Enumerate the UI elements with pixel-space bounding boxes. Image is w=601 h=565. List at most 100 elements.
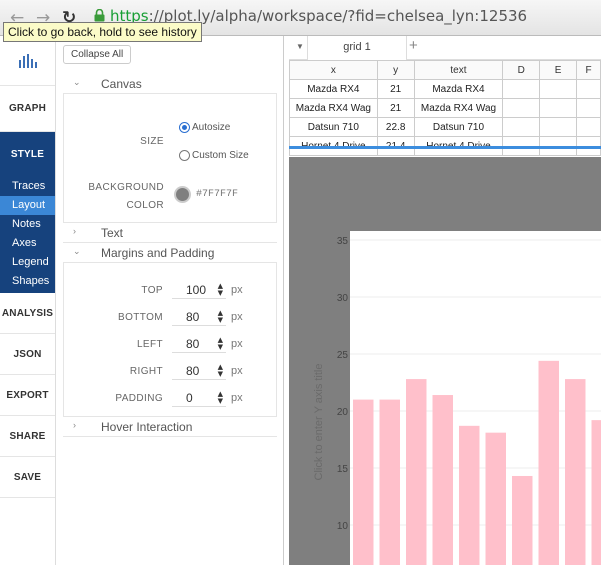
grid-cell[interactable] <box>502 79 541 99</box>
bar <box>591 420 601 565</box>
grid-cell[interactable]: 21 <box>376 98 415 118</box>
bottom-margin-input[interactable]: 80 ▲ ▼ <box>172 308 226 326</box>
bar <box>432 395 453 565</box>
grid-cell[interactable] <box>502 98 541 118</box>
grid-cell[interactable] <box>539 79 578 99</box>
nav-style[interactable]: STYLE <box>0 132 55 176</box>
bar <box>459 425 480 565</box>
right-margin-input[interactable]: 80 ▲ ▼ <box>172 362 226 380</box>
column-header[interactable]: E <box>539 60 578 80</box>
y-tick-label: 30 <box>337 293 349 304</box>
grid-cell[interactable]: Mazda RX4 Wag <box>413 98 504 118</box>
bg-color-swatch[interactable] <box>174 186 191 203</box>
section-margins-title: Margins and Padding <box>101 246 215 260</box>
grid-cell[interactable]: Mazda RX4 Wag <box>289 98 378 118</box>
grid-header-row: x y text D E F <box>289 60 601 80</box>
bar-chart[interactable]: 10 15 20 25 30 35 Click to enter Y axis title <box>289 157 601 565</box>
subnav-traces[interactable]: Traces <box>0 177 55 196</box>
y-axis-title[interactable]: Click to enter Y axis title <box>313 364 325 481</box>
stepper-icon[interactable]: ▲ ▼ <box>218 364 223 378</box>
radio-selected-icon <box>179 122 190 133</box>
nav-json[interactable]: JSON <box>0 334 55 375</box>
workspace-nav: GRAPH STYLE Traces Layout Notes Axes Leg… <box>0 36 56 565</box>
grid-cell[interactable]: Datsun 710 <box>413 117 504 137</box>
table-row: Datsun 710 22.8 Datsun 710 <box>289 117 601 137</box>
chevron-right-icon: › <box>73 226 76 236</box>
stepper-icon[interactable]: ▲ ▼ <box>218 391 223 405</box>
column-header[interactable]: y <box>376 60 415 80</box>
subnav-notes[interactable]: Notes <box>0 215 55 234</box>
bar <box>512 475 533 565</box>
back-tooltip: Click to go back, hold to see history <box>3 22 202 42</box>
section-canvas-header[interactable]: ⌄ Canvas <box>63 74 277 94</box>
y-tick-label: 35 <box>337 236 349 247</box>
subnav-legend[interactable]: Legend <box>0 253 55 272</box>
nav-analysis[interactable]: ANALYSIS <box>0 293 55 334</box>
table-row: Mazda RX4 Wag 21 Mazda RX4 Wag <box>289 98 601 118</box>
stepper-icon[interactable]: ▲ ▼ <box>218 337 223 351</box>
column-header[interactable]: x <box>289 60 378 80</box>
autosize-radio[interactable]: Autosize <box>179 122 230 133</box>
left-margin-input[interactable]: 80 ▲ ▼ <box>172 335 226 353</box>
bg-color-hex[interactable]: #7F7F7F <box>196 189 238 200</box>
custom-size-label: Custom Size <box>192 150 249 161</box>
custom-size-radio[interactable]: Custom Size <box>179 150 249 161</box>
section-canvas-title: Canvas <box>101 77 142 91</box>
right-margin-value: 80 <box>186 364 200 378</box>
y-tick-label: 10 <box>337 521 349 532</box>
plotly-logo[interactable] <box>0 36 55 86</box>
section-text-header[interactable]: › Text <box>63 223 277 243</box>
grid-cell[interactable]: Mazda RX4 <box>413 79 504 99</box>
plotly-bars-icon <box>18 53 37 68</box>
column-header[interactable]: F <box>576 60 601 80</box>
url-path: ://plot.ly/alpha/workspace/?fid=chelsea_… <box>148 7 528 25</box>
nav-export[interactable]: EXPORT <box>0 375 55 416</box>
subnav-layout[interactable]: Layout <box>0 196 55 215</box>
y-tick-label: 15 <box>337 464 349 475</box>
padding-value: 0 <box>186 391 193 405</box>
nav-share[interactable]: SHARE <box>0 416 55 457</box>
nav-graph[interactable]: GRAPH <box>0 86 55 132</box>
subnav-axes[interactable]: Axes <box>0 234 55 253</box>
top-margin-input[interactable]: 100 ▲ ▼ <box>172 281 226 299</box>
unit-label: px <box>231 392 243 404</box>
grid-cell[interactable] <box>539 98 578 118</box>
tab-grid-1[interactable]: grid 1 <box>307 36 407 60</box>
section-hover-header[interactable]: › Hover Interaction <box>63 417 277 437</box>
grid-cell[interactable]: 22.8 <box>376 117 415 137</box>
style-subnav: Traces Layout Notes Axes Legend Shapes <box>0 176 55 293</box>
bar <box>485 432 506 565</box>
color-label: COLOR <box>126 200 164 211</box>
radio-unselected-icon <box>179 150 190 161</box>
grid-resize-handle[interactable] <box>289 146 601 149</box>
grid-cell[interactable]: Datsun 710 <box>289 117 378 137</box>
nav-save[interactable]: SAVE <box>0 457 55 498</box>
data-grid: x y text D E F Mazda RX4 21 Mazda RX4 Ma… <box>289 60 601 156</box>
section-margins-body: TOP 100 ▲ ▼ px BOTTOM 80 ▲ ▼ px LEFT 80 ▲ ▼ px… <box>63 263 277 417</box>
grid-cell[interactable] <box>576 79 601 99</box>
top-margin-value: 100 <box>186 283 207 297</box>
stepper-icon[interactable]: ▲ ▼ <box>218 310 223 324</box>
right-margin-label: RIGHT <box>129 366 163 377</box>
column-header[interactable]: D <box>502 60 541 80</box>
collapse-all-button[interactable]: Collapse All <box>63 45 132 64</box>
grid-cell[interactable] <box>539 117 578 137</box>
grid-cell[interactable]: 21 <box>376 79 415 99</box>
bar <box>406 379 427 565</box>
bottom-margin-label: BOTTOM <box>118 312 163 323</box>
grid-cell[interactable] <box>576 117 601 137</box>
chevron-down-icon: ⌄ <box>73 246 81 256</box>
left-margin-label: LEFT <box>136 339 163 350</box>
stepper-icon[interactable]: ▲ ▼ <box>218 283 223 297</box>
bottom-margin-value: 80 <box>186 310 200 324</box>
grid-cell[interactable] <box>576 98 601 118</box>
section-margins-header[interactable]: ⌄ Margins and Padding <box>63 243 277 263</box>
subnav-shapes[interactable]: Shapes <box>0 272 55 291</box>
grid-cell[interactable]: Mazda RX4 <box>289 79 378 99</box>
padding-input[interactable]: 0 ▲ ▼ <box>172 389 226 407</box>
column-header[interactable]: text <box>413 60 504 80</box>
grid-cell[interactable] <box>502 117 541 137</box>
chevron-down-icon[interactable]: ▼ <box>296 42 304 51</box>
add-grid-icon[interactable]: + <box>409 37 418 54</box>
chevron-right-icon: › <box>73 420 76 430</box>
